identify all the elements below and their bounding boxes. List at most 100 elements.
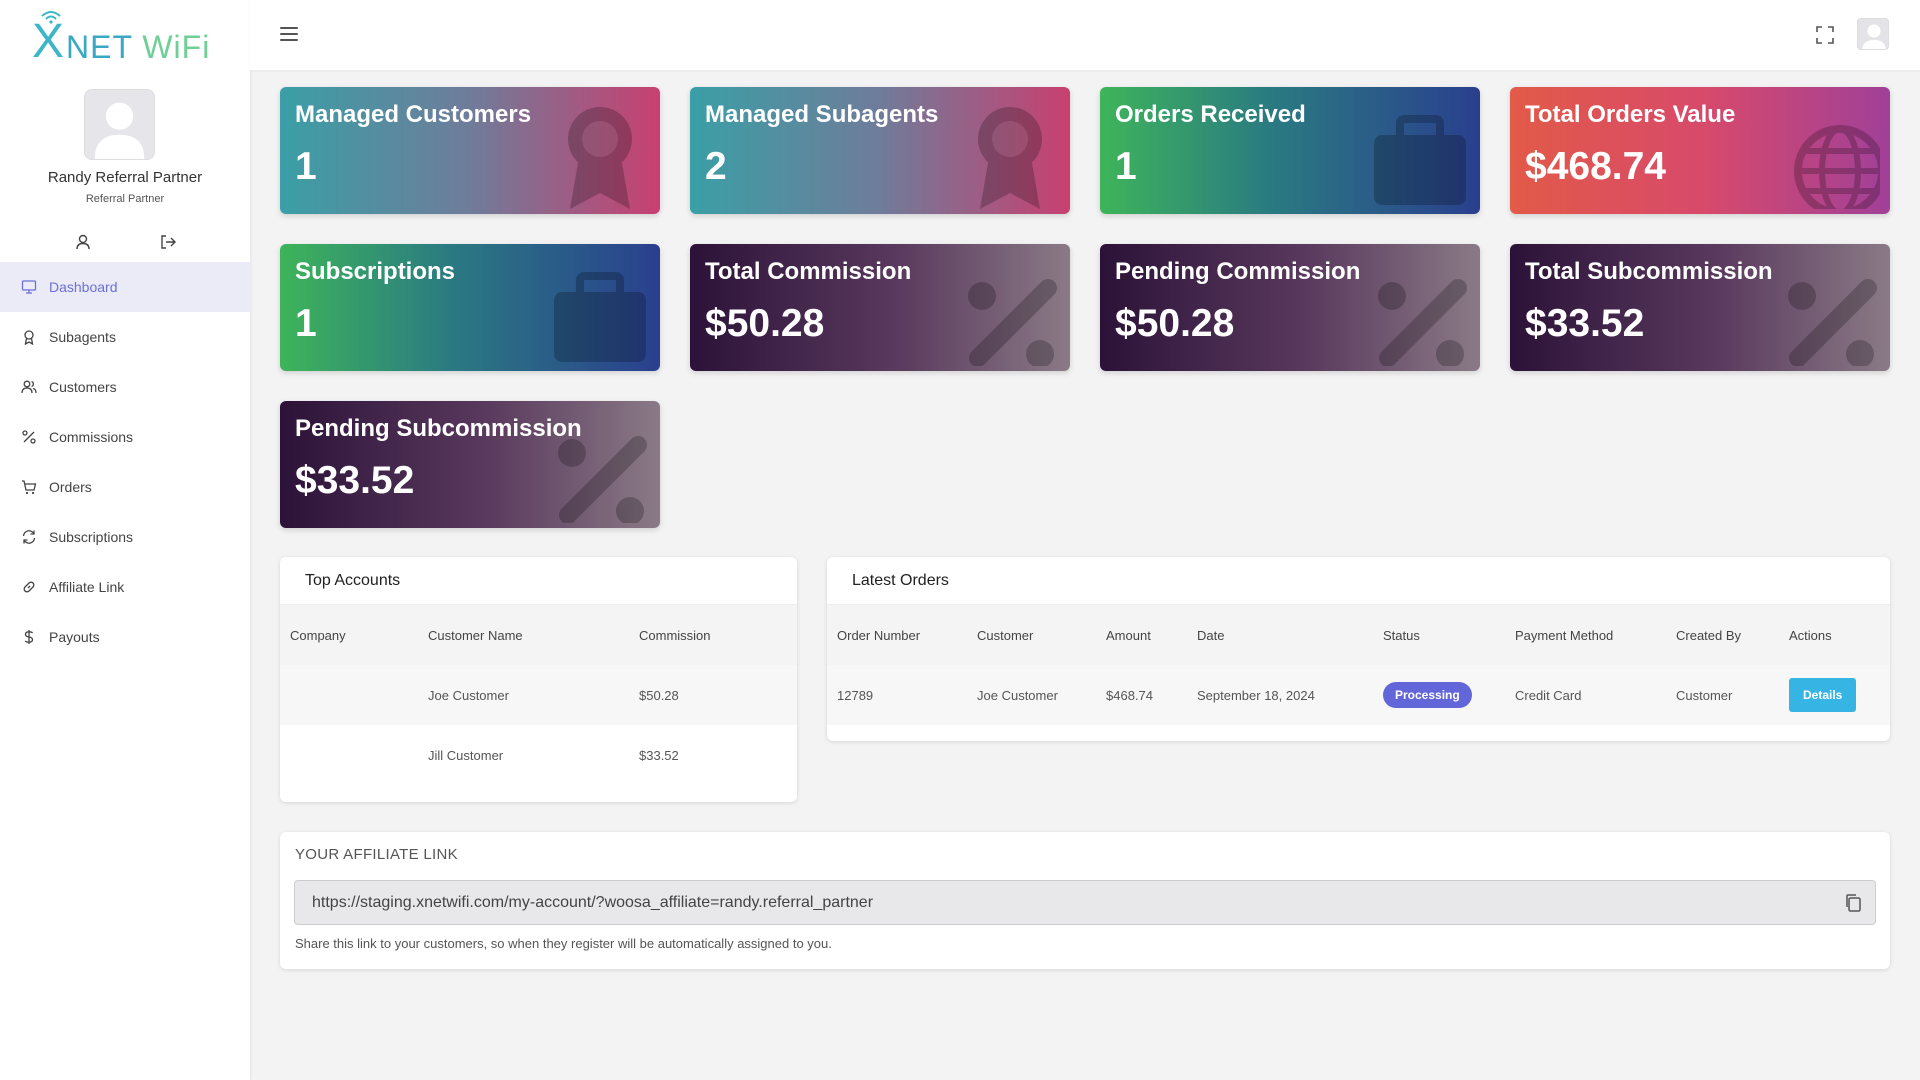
logo-text: NET WiFi [66,30,210,64]
affiliate-link-label: YOUR AFFILIATE LINK [295,846,458,863]
column-header: Payment Method [1505,605,1666,665]
panel-title: Latest Orders [827,557,1890,605]
sidebar-nav: Dashboard Subagents Customers Commission… [0,262,250,662]
top-accounts-panel: Top Accounts Company Customer Name Commi… [280,557,797,802]
latest-orders-table: Order Number Customer Amount Date Status… [827,605,1890,725]
sidebar-item-label: Customers [49,379,117,395]
sidebar-item-commissions[interactable]: Commissions [0,412,250,462]
card-value: $33.52 [295,459,415,502]
award-icon [20,328,38,346]
sidebar-item-label: Commissions [49,429,134,445]
card-managed-subagents[interactable]: Managed Subagents 2 [690,87,1070,214]
table-header-row: Order Number Customer Amount Date Status… [827,605,1890,665]
refresh-icon [20,528,38,546]
percent-icon [558,436,647,523]
logo-x: X [32,11,64,66]
copy-icon[interactable] [1843,893,1863,913]
card-value: $33.52 [1525,302,1645,345]
card-title: Orders Received [1115,101,1306,128]
column-header: Date [1187,605,1373,665]
panel-title: Top Accounts [280,557,797,605]
card-subscriptions[interactable]: Subscriptions 1 [280,244,660,371]
brand-logo[interactable]: X NET WiFi [32,11,210,66]
cell-company [280,665,418,725]
column-header: Status [1373,605,1505,665]
card-title: Total Commission [705,258,912,285]
card-pending-subcommission[interactable]: Pending Subcommission $33.52 [280,401,660,528]
sidebar-item-affiliate-link[interactable]: Affiliate Link [0,562,250,612]
card-value: $468.74 [1525,145,1666,188]
table-row: Jill Customer $33.52 [280,725,797,785]
percent-icon [1788,279,1877,366]
card-managed-customers[interactable]: Managed Customers 1 [280,87,660,214]
user-avatar-button[interactable] [1857,18,1889,50]
card-title: Pending Subcommission [295,415,582,442]
cell-status: Processing [1373,665,1505,725]
sidebar-item-customers[interactable]: Customers [0,362,250,412]
affiliate-link-help: Share this link to your customers, so wh… [295,936,832,951]
affiliate-link-url: https://staging.xnetwifi.com/my-account/… [312,893,874,911]
status-badge: Processing [1383,682,1472,708]
user-silhouette-icon [1858,19,1888,49]
sidebar-item-dashboard[interactable]: Dashboard [0,262,250,312]
users-icon [20,378,38,396]
card-value: 1 [295,145,317,188]
cell-company [280,725,418,785]
sidebar-item-label: Dashboard [49,279,118,295]
fullscreen-icon[interactable] [1815,25,1835,45]
logo-wifi: WiFi [142,29,211,65]
affiliate-link-field[interactable]: https://staging.xnetwifi.com/my-account/… [294,880,1876,925]
sidebar-item-subscriptions[interactable]: Subscriptions [0,512,250,562]
affiliate-link-panel: YOUR AFFILIATE LINK https://staging.xnet… [280,832,1890,969]
globe-icon [1794,125,1880,209]
cell-customer-name: Joe Customer [418,665,629,725]
sidebar-item-subagents[interactable]: Subagents [0,312,250,362]
column-header: Actions [1779,605,1890,665]
award-icon [568,107,632,209]
sidebar-item-label: Payouts [49,629,100,645]
sidebar-item-orders[interactable]: Orders [0,462,250,512]
table-row: 12789 Joe Customer $468.74 September 18,… [827,665,1890,725]
card-total-subcommission[interactable]: Total Subcommission $33.52 [1510,244,1890,371]
card-total-orders-value[interactable]: Total Orders Value $468.74 [1510,87,1890,214]
sidebar-item-label: Affiliate Link [49,579,125,595]
card-title: Managed Subagents [705,101,939,128]
column-header: Commission [629,605,797,665]
latest-orders-panel: Latest Orders Order Number Customer Amou… [827,557,1890,741]
sidebar-item-label: Orders [49,479,92,495]
briefcase-icon [1374,115,1466,205]
sidebar-item-label: Subagents [49,329,116,345]
card-value: $50.28 [705,302,825,345]
column-header: Amount [1096,605,1187,665]
cell-actions: Details [1779,665,1890,725]
menu-toggle-icon[interactable] [280,27,298,41]
card-value: 2 [705,145,727,188]
card-total-commission[interactable]: Total Commission $50.28 [690,244,1070,371]
percent-icon [968,279,1057,366]
table-header-row: Company Customer Name Commission [280,605,797,665]
details-button[interactable]: Details [1789,678,1857,712]
percent-icon [1378,279,1467,366]
logout-icon[interactable] [158,232,178,252]
card-value: 1 [295,302,317,345]
table-row: Joe Customer $50.28 [280,665,797,725]
column-header: Customer [967,605,1096,665]
cell-customer-name: Jill Customer [428,747,504,763]
cell-customer: Joe Customer [967,665,1096,725]
profile-icon[interactable] [73,232,93,252]
monitor-icon [20,278,38,296]
user-name: Randy Referral Partner [47,169,203,186]
card-title: Total Orders Value [1525,101,1736,128]
card-orders-received[interactable]: Orders Received 1 [1100,87,1480,214]
card-title: Total Subcommission [1525,258,1773,285]
card-pending-commission[interactable]: Pending Commission $50.28 [1100,244,1480,371]
user-role: Referral Partner [85,193,165,205]
cell-payment-method: Credit Card [1505,665,1666,725]
column-header: Customer Name [418,605,629,665]
sidebar-item-payouts[interactable]: Payouts [0,612,250,662]
percent-icon [20,428,38,446]
card-value: $50.28 [1115,302,1235,345]
top-navbar [250,0,1920,70]
cell-order-number: 12789 [827,665,967,725]
wifi-icon [41,11,61,24]
